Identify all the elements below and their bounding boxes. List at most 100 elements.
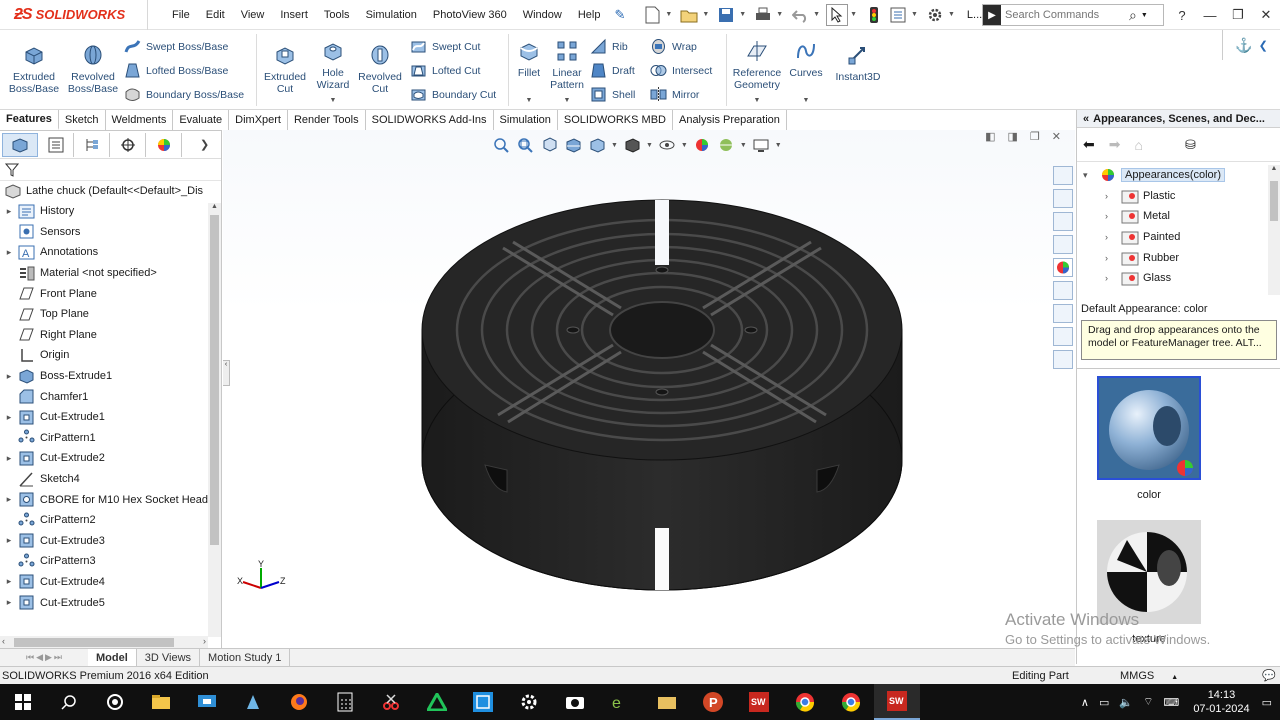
remote-desktop-icon[interactable]	[184, 684, 230, 720]
boundary-boss-button[interactable]: Boundary Boss/Base	[124, 86, 244, 103]
tree-node[interactable]: CirPattern1	[0, 428, 208, 449]
expand-arrow-icon[interactable]: ▸	[0, 412, 18, 423]
open-folder-icon[interactable]	[678, 4, 700, 26]
search-input[interactable]	[1001, 9, 1129, 21]
hole-wizard-dropdown-icon[interactable]: ▼	[312, 95, 354, 107]
property-manager-tab-icon[interactable]	[38, 132, 74, 157]
camera-icon[interactable]	[552, 684, 598, 720]
expand-arrow-icon[interactable]: ▸	[0, 576, 18, 587]
snipping-tool-icon[interactable]	[368, 684, 414, 720]
tree-node[interactable]: CirPattern3	[0, 551, 208, 572]
tab-weldments[interactable]: Weldments	[105, 110, 174, 130]
tab-3d-views[interactable]: 3D Views	[137, 648, 201, 667]
design-library-tab-icon[interactable]	[1053, 189, 1073, 208]
quick-tips-icon[interactable]: 💬	[1262, 669, 1276, 682]
panel-expand-icon[interactable]: ❯	[200, 138, 209, 151]
expand-arrow-icon[interactable]: ›	[1105, 232, 1121, 242]
scroll-thumb[interactable]	[14, 638, 174, 647]
linear-pattern-button[interactable]: Linear Pattern ▼	[548, 40, 586, 107]
feature-tree-tab-icon[interactable]	[2, 132, 38, 157]
tree-node[interactable]: ▸ A Annotations	[0, 242, 208, 263]
instant3d-button[interactable]: Instant3D	[832, 44, 884, 83]
ribbon-collapse-icon[interactable]: ❮	[1259, 39, 1268, 52]
print-icon[interactable]	[752, 4, 774, 26]
menu-simulation[interactable]: Simulation	[358, 9, 425, 21]
lathe-chuck-model[interactable]	[223, 130, 1075, 648]
wrap-button[interactable]: Wrap	[650, 38, 697, 55]
swept-boss-button[interactable]: Swept Boss/Base	[124, 38, 228, 55]
linear-pattern-dropdown-icon[interactable]: ▼	[548, 95, 586, 107]
file-properties-icon[interactable]	[887, 4, 909, 26]
tab-dimxpert[interactable]: DimXpert	[229, 110, 288, 130]
menu-edit[interactable]: Edit	[198, 9, 233, 21]
solidworks-resources-tab-icon[interactable]	[1053, 166, 1073, 185]
filter-icon[interactable]	[5, 163, 19, 177]
expand-arrow-icon[interactable]: ▸	[0, 371, 18, 382]
tray-overflow-icon[interactable]: ∧	[1081, 696, 1089, 709]
reference-geometry-dropdown-icon[interactable]: ▼	[730, 95, 784, 107]
tree-node[interactable]: ▸ CBORE for M10 Hex Socket Head	[0, 489, 208, 510]
collapse-arrow-icon[interactable]: ▾	[1083, 170, 1099, 181]
user-label[interactable]: L...	[967, 9, 982, 21]
tree-node[interactable]: CirPattern2	[0, 510, 208, 531]
expand-arrow-icon[interactable]: ▸	[0, 247, 18, 258]
curves-dropdown-icon[interactable]: ▼	[788, 95, 824, 107]
save-icon[interactable]	[715, 4, 737, 26]
expand-arrow-icon[interactable]: ▸	[0, 494, 18, 505]
swatch-color[interactable]: color	[1097, 376, 1203, 501]
display-manager-tab-icon[interactable]	[146, 132, 182, 157]
pin-icon[interactable]: ✎	[614, 7, 625, 23]
revolved-cut-button[interactable]: Revolved Cut	[356, 44, 404, 95]
expand-arrow-icon[interactable]: ▸	[0, 597, 18, 608]
tree-node[interactable]: ▸ Cut-Extrude4	[0, 572, 208, 593]
menu-tools[interactable]: Tools	[316, 9, 358, 21]
tree-node[interactable]: Top Plane	[0, 304, 208, 325]
scroll-up-icon[interactable]: ▲	[1268, 165, 1280, 172]
dimxpert-manager-tab-icon[interactable]	[110, 132, 146, 157]
tab-navigation[interactable]: ⏮ ◀ ▶ ⏭	[0, 649, 88, 667]
appearance-category-node[interactable]: › Rubber	[1077, 247, 1267, 268]
menu-view[interactable]: View	[233, 9, 273, 21]
volume-icon[interactable]: 🔈	[1119, 696, 1133, 709]
add-ins-tab-icon[interactable]	[1053, 327, 1073, 346]
curves-button[interactable]: Curves ▼	[788, 40, 824, 107]
bookmark-icon[interactable]: ⛁	[1185, 137, 1196, 153]
tree-node[interactable]: Chamfer1	[0, 386, 208, 407]
tree-node[interactable]: Material <not specified>	[0, 263, 208, 284]
expand-arrow-icon[interactable]: ▸	[0, 453, 18, 464]
start-button[interactable]	[0, 684, 46, 720]
powerpoint-icon[interactable]: P	[690, 684, 736, 720]
task-view-icon[interactable]	[92, 684, 138, 720]
view-palette-tab-icon[interactable]	[1053, 235, 1073, 254]
restore-button[interactable]: ❐	[1224, 7, 1252, 23]
tree-node[interactable]: Front Plane	[0, 283, 208, 304]
folder-app-icon[interactable]	[644, 684, 690, 720]
expand-arrow-icon[interactable]: ▸	[0, 206, 18, 217]
menu-help[interactable]: Help	[570, 9, 609, 21]
appearances-root-node[interactable]: ▾ Appearances(color)	[1077, 165, 1267, 186]
appearances-tree-scrollbar[interactable]: ▲	[1268, 165, 1280, 295]
reference-geometry-button[interactable]: Reference Geometry ▼	[730, 40, 784, 107]
minimize-button[interactable]: —	[1196, 8, 1224, 23]
fillet-button[interactable]: Fillet ▼	[514, 40, 544, 107]
tree-node[interactable]: ▸ Cut-Extrude1	[0, 407, 208, 428]
tree-node[interactable]: Right Plane	[0, 325, 208, 346]
tree-node[interactable]: ▸ Cut-Extrude2	[0, 448, 208, 469]
boundary-cut-button[interactable]: Boundary Cut	[410, 86, 496, 103]
forum-tab-icon[interactable]	[1053, 304, 1073, 323]
language-icon[interactable]: ⌨	[1163, 696, 1179, 709]
units-selector[interactable]: MMGS ▲	[1120, 670, 1178, 682]
tree-node[interactable]: ▸ Cut-Extrude3	[0, 531, 208, 552]
wifi-icon[interactable]: ⌔	[1143, 695, 1153, 709]
rib-button[interactable]: Rib	[590, 38, 628, 55]
scroll-left-icon[interactable]: ‹	[2, 636, 5, 646]
undo-icon[interactable]	[789, 4, 811, 26]
appearances-tab-icon[interactable]	[1053, 258, 1073, 277]
tab-sketch[interactable]: Sketch	[58, 110, 106, 130]
tab-motion-study[interactable]: Motion Study 1	[200, 648, 291, 667]
green-triangle-app-icon[interactable]	[414, 684, 460, 720]
ribbon-pin-icon[interactable]: ⚓	[1235, 37, 1252, 54]
app-blue-icon[interactable]	[230, 684, 276, 720]
settings-gear-icon[interactable]	[506, 684, 552, 720]
scroll-right-icon[interactable]: ›	[203, 636, 206, 646]
